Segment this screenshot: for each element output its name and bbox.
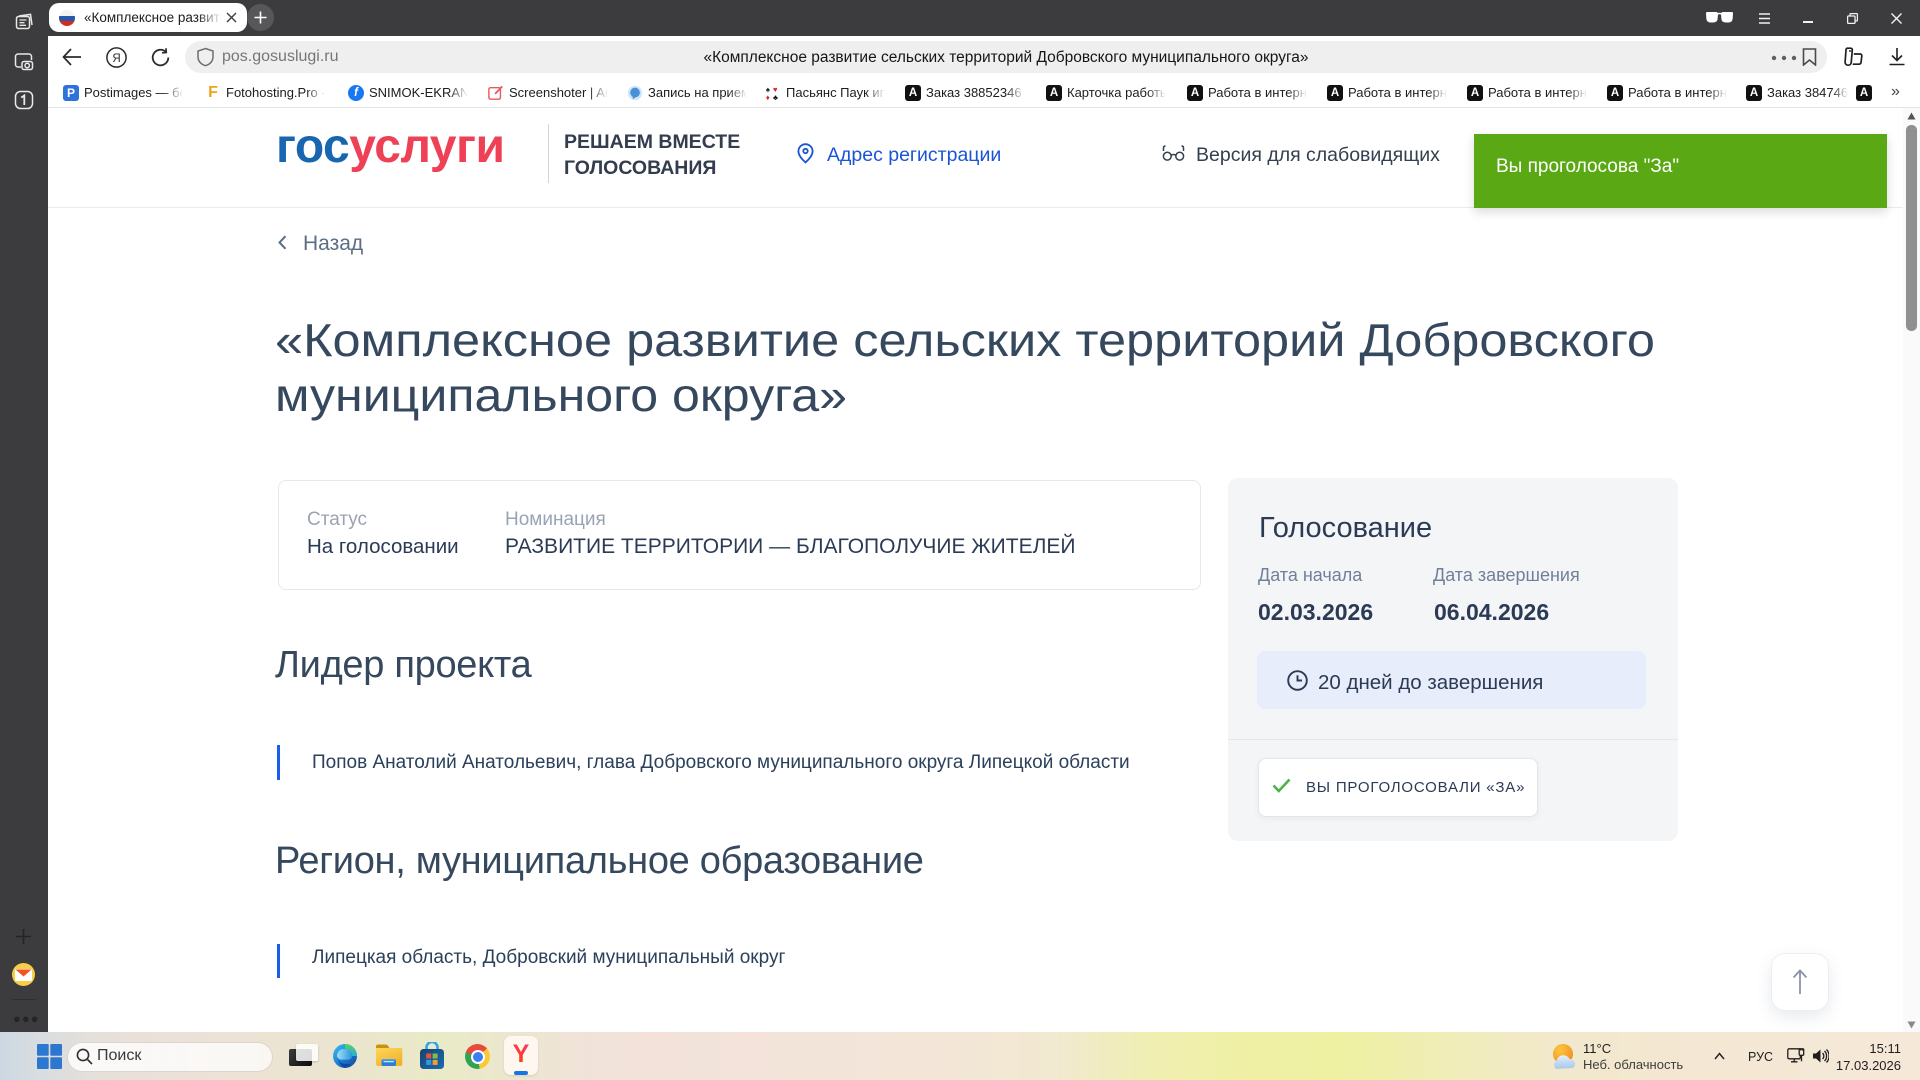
- svg-text:♦: ♦: [766, 93, 770, 101]
- svg-text:Я: Я: [112, 53, 120, 65]
- svg-text:♣: ♣: [773, 93, 778, 101]
